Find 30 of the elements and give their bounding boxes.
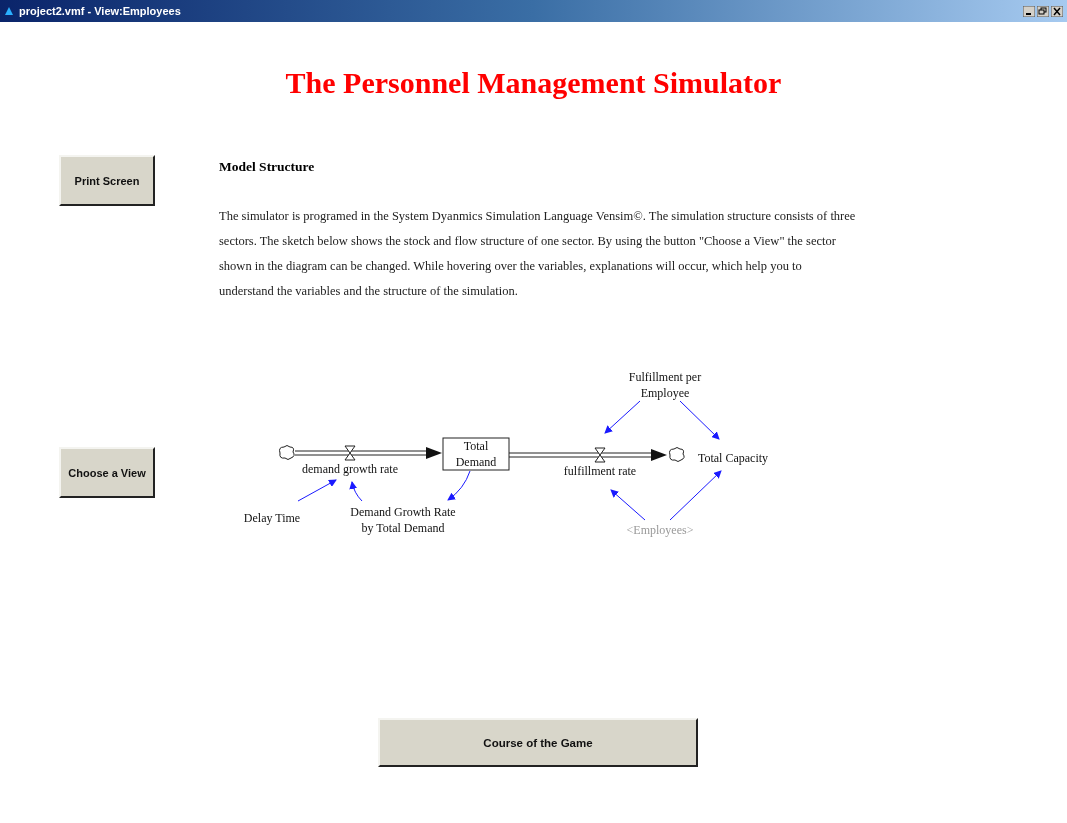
link-arrow: [349, 481, 363, 502]
section-heading: Model Structure: [219, 158, 316, 176]
variable-label: Fulfillment per Employee: [628, 370, 702, 400]
shadow-variable-label: <Employees>: [626, 523, 694, 537]
valve-icon: [344, 445, 356, 461]
link-arrow: [297, 479, 337, 502]
link-arrow: [610, 489, 646, 521]
rate-label: fulfillment rate: [563, 464, 637, 478]
link-arrow: [604, 400, 641, 434]
link-arrow: [447, 470, 471, 501]
variable-label: Total Capacity: [697, 451, 769, 465]
valve-icon: [594, 447, 606, 463]
cloud-icon: [669, 447, 685, 462]
close-icon[interactable]: [1051, 5, 1063, 17]
link-arrow: [679, 400, 720, 440]
window-title: project2.vmf - View:Employees: [19, 5, 181, 17]
restore-icon[interactable]: [1037, 5, 1049, 17]
variable-label: Demand Growth Rate by Total Demand: [350, 505, 456, 535]
cloud-icon: [279, 445, 295, 460]
minimize-icon[interactable]: [1023, 5, 1035, 17]
description-paragraph: The simulator is programed in the System Dyanmics Simulation Language Vensim©. The simulation structure consists of three sectors. The sketch below shows the stock and flow structure of one sector. By using the button "Choose a View" the sector shown in the diagram can be changed. While hovering over the variables, explanations will occur, which help you to understand the variables and the structure of the simulation.: [219, 208, 857, 300]
stock-box: Total Demand: [442, 437, 510, 471]
course-of-game-button[interactable]: Course of the Game: [378, 718, 698, 767]
print-screen-button[interactable]: Print Screen: [59, 155, 155, 206]
page-title: The Personnel Management Simulator: [284, 66, 783, 101]
link-arrow: [669, 470, 722, 521]
app-icon: [4, 6, 14, 16]
rate-label: demand growth rate: [302, 462, 398, 476]
choose-view-button[interactable]: Choose a View: [59, 447, 155, 498]
variable-label: Delay Time: [243, 511, 301, 525]
